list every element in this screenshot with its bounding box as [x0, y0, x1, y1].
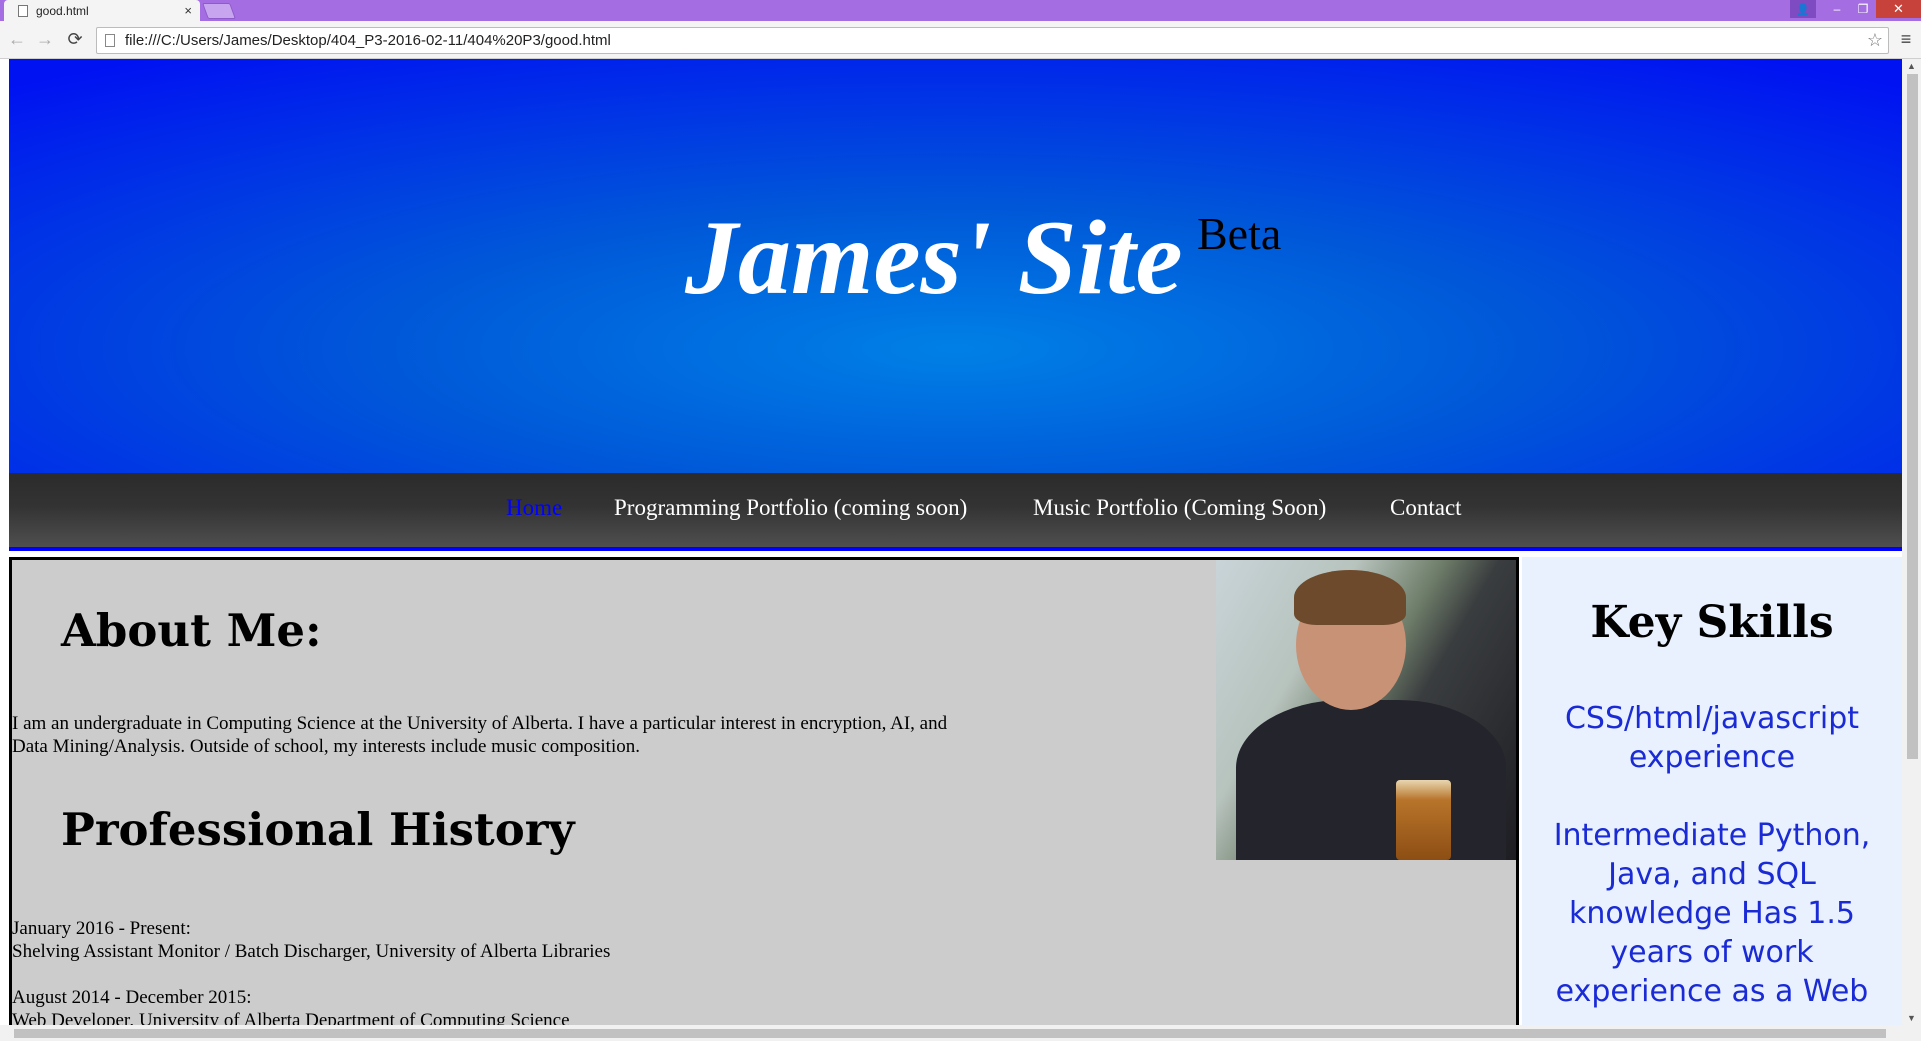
reload-button[interactable]: ⟳: [64, 28, 86, 50]
about-heading: About Me:: [61, 604, 322, 657]
beta-superscript: Beta: [1197, 208, 1282, 259]
horizontal-scroll-thumb[interactable]: [14, 1029, 1886, 1038]
document-icon: [105, 34, 115, 47]
history-entry: January 2016 - Present: Shelving Assista…: [12, 917, 610, 963]
url-text[interactable]: file:///C:/Users/James/Desktop/404_P3-20…: [125, 32, 1862, 49]
page-viewport: James' Site Beta Home Programming Portfo…: [9, 59, 1902, 1025]
key-skills-heading: Key Skills: [1590, 597, 1834, 648]
back-button[interactable]: ←: [6, 28, 28, 50]
restore-button[interactable]: ❐: [1850, 0, 1876, 18]
history-period: January 2016 - Present:: [12, 918, 191, 939]
site-title: James' Site: [685, 199, 1183, 316]
profile-photo: [1216, 560, 1516, 860]
tab-close-icon[interactable]: ×: [184, 3, 192, 18]
about-line-1: I am an undergraduate in Computing Scien…: [12, 713, 948, 734]
nav-home[interactable]: Home: [506, 495, 562, 521]
photo-body: [1236, 700, 1506, 860]
history-entry: August 2014 - December 2015: Web Develop…: [12, 986, 570, 1025]
page-icon: [18, 4, 28, 17]
history-heading: Professional History: [61, 803, 575, 856]
hamburger-icon[interactable]: ≡: [1895, 29, 1917, 51]
skill-item: Intermediate Python, Java, and SQL knowl…: [1553, 818, 1871, 1009]
horizontal-scrollbar[interactable]: [0, 1025, 1902, 1041]
nav-music-portfolio[interactable]: Music Portfolio (Coming Soon): [1033, 495, 1326, 521]
scroll-down-icon[interactable]: ▼: [1907, 1013, 1916, 1023]
site-header: James' Site Beta: [9, 59, 1902, 473]
skill-item: CSS/html/javascript experience: [1564, 701, 1860, 775]
minimize-button[interactable]: –: [1824, 0, 1850, 18]
close-window-button[interactable]: ✕: [1876, 0, 1921, 18]
scroll-up-icon[interactable]: ▲: [1907, 61, 1916, 71]
nav-contact[interactable]: Contact: [1390, 495, 1462, 521]
main-nav: Home Programming Portfolio (coming soon)…: [9, 473, 1902, 551]
new-tab-button[interactable]: [202, 3, 236, 19]
about-text: I am an undergraduate in Computing Scien…: [12, 712, 1192, 758]
browser-toolbar: ← → ⟳ file:///C:/Users/James/Desktop/404…: [0, 21, 1921, 59]
skills-list: CSS/html/javascript experience Intermedi…: [1542, 699, 1882, 1025]
key-skills-sidebar: Key Skills CSS/html/javascript experienc…: [1522, 557, 1902, 1025]
address-bar[interactable]: file:///C:/Users/James/Desktop/404_P3-20…: [96, 27, 1889, 54]
person-icon[interactable]: 👤: [1790, 0, 1816, 18]
vertical-scroll-thumb[interactable]: [1907, 74, 1918, 759]
about-line-2: Data Mining/Analysis. Outside of school,…: [12, 736, 640, 757]
tab-title: good.html: [36, 3, 89, 18]
photo-hair: [1294, 570, 1406, 625]
window-controls: 👤 – ❐ ✕: [1790, 0, 1921, 21]
history-period: August 2014 - December 2015:: [12, 987, 252, 1008]
vertical-scrollbar[interactable]: ▲ ▼: [1902, 59, 1921, 1025]
history-role: Web Developer, University of Alberta Dep…: [12, 1010, 570, 1025]
scrollbar-corner: [1902, 1025, 1921, 1041]
star-icon[interactable]: ☆: [1862, 30, 1888, 51]
browser-titlebar: good.html × 👤 – ❐ ✕: [0, 0, 1921, 21]
browser-tab[interactable]: good.html ×: [4, 0, 200, 21]
nav-programming-portfolio[interactable]: Programming Portfolio (coming soon): [614, 495, 967, 521]
forward-button[interactable]: →: [34, 28, 56, 50]
photo-beer-glass: [1396, 780, 1451, 860]
main-content: About Me: I am an undergraduate in Compu…: [9, 557, 1519, 1025]
history-role: Shelving Assistant Monitor / Batch Disch…: [12, 941, 611, 962]
